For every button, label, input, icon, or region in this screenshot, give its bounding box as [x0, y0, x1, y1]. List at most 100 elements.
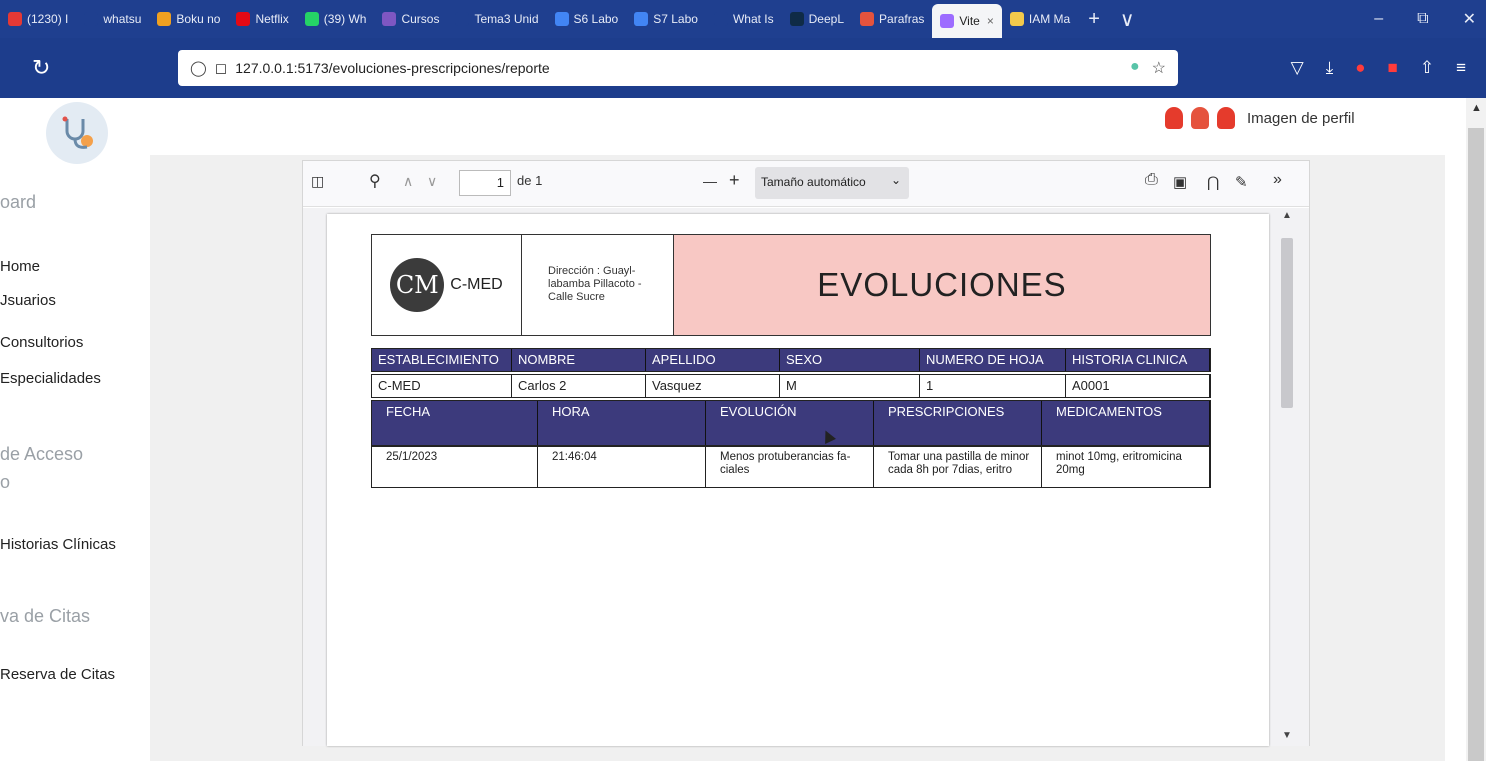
browser-tab-bar: (1230) I whatsu Boku no Netflix (39) Wh Curso… [0, 0, 1486, 38]
sidebar-item-home[interactable]: Home [0, 258, 40, 275]
table-cell: 1 [920, 375, 1066, 397]
tab-label: IAM Ma [1028, 12, 1071, 26]
close-window-button[interactable]: ✕ [1463, 9, 1476, 29]
tab-favicon-icon [304, 12, 319, 26]
browser-tab[interactable]: S7 Labo [626, 0, 706, 38]
tab-favicon-icon [157, 12, 172, 26]
browser-tab[interactable]: whatsu [76, 0, 149, 38]
scroll-down-icon[interactable]: ▼ [1282, 730, 1292, 741]
tab-label: Vite [959, 14, 980, 28]
scroll-up-icon[interactable]: ▲ [1282, 210, 1292, 221]
tab-favicon-icon [382, 12, 397, 26]
browser-tab[interactable]: IAM Ma [1002, 0, 1078, 38]
pdf-scrollbar-thumb[interactable] [1281, 238, 1293, 408]
sidebar-section-dashboard: oard [0, 192, 37, 212]
profile-image-label[interactable]: Imagen de perfil [1247, 110, 1355, 127]
pdf-viewer: ◫ ⚲ ∧ ∨ 1 de 1 — + Tamaño automático ⌄ ⎙… [302, 160, 1310, 746]
browser-tab[interactable]: Vite × [932, 4, 1002, 38]
table-cell: 25/1/2023 [372, 447, 538, 487]
tab-label: What Is [732, 12, 774, 26]
tab-label: Parafras [879, 12, 925, 26]
tab-favicon-icon [1009, 12, 1024, 26]
sidebar-item-usuarios[interactable]: Jsuarios [0, 292, 56, 309]
print-icon[interactable]: ⎙ [1145, 171, 1158, 189]
browser-tab[interactable]: Cursos [374, 0, 447, 38]
column-header: APELLIDO [646, 349, 780, 371]
browser-tab[interactable]: Netflix [228, 0, 296, 38]
url-text[interactable]: 127.0.0.1:5173/evoluciones-prescripcione… [235, 60, 549, 76]
zoom-select[interactable]: Tamaño automático ⌄ [755, 167, 909, 199]
star-icon[interactable]: ☆ [1152, 58, 1166, 78]
table-cell: Menos protuberancias fa- ciales [706, 447, 874, 487]
zoom-out-button[interactable]: — [703, 173, 717, 189]
extension-icon[interactable]: ● [1355, 58, 1365, 78]
table-cell: Vasquez [646, 375, 780, 397]
extension-icon[interactable]: ■ [1388, 58, 1398, 78]
page-total-label: de 1 [517, 173, 543, 188]
app-logo[interactable] [46, 102, 108, 164]
sidebar-item-especialidades[interactable]: Especialidades [0, 370, 101, 387]
save-icon[interactable]: ▣ [1173, 173, 1187, 191]
table-cell: minot 10mg, eritromicina 20mg [1042, 447, 1210, 487]
column-header: EVOLUCIÓN [706, 401, 874, 445]
browser-tab[interactable]: Tema3 Unid [447, 0, 546, 38]
new-tab-button[interactable]: + [1078, 8, 1110, 31]
tab-favicon-icon [789, 12, 804, 26]
extension-icon[interactable]: ● [1130, 58, 1140, 78]
page-scrollbar[interactable]: ▲ [1466, 98, 1486, 761]
scroll-up-icon[interactable]: ▲ [1471, 102, 1482, 114]
report-header: CM C-MED Dirección : Guayl- labamba Pill… [371, 234, 1211, 336]
pdf-scrollbar[interactable]: ▲ ▼ [1279, 208, 1295, 746]
stethoscope-icon [62, 116, 93, 149]
evolution-data-row: 25/1/2023 21:46:04 Menos protuberancias … [371, 446, 1211, 488]
notification-bell-icon[interactable] [1165, 107, 1183, 129]
tab-favicon-icon [940, 14, 955, 28]
column-header: HISTORIA CLINICA [1066, 349, 1210, 371]
reload-icon[interactable]: ↻ [32, 55, 62, 81]
notification-bell-icon[interactable] [1217, 107, 1235, 129]
browser-tab[interactable]: (1230) I [0, 0, 76, 38]
browser-tab[interactable]: S6 Labo [547, 0, 627, 38]
sidebar-item-reserva-de-citas[interactable]: Reserva de Citas [0, 666, 115, 683]
more-tools-button[interactable]: » [1273, 171, 1282, 189]
sidebar-item-historias-clinicas[interactable]: Historias Clínicas [0, 536, 116, 553]
table-cell: 21:46:04 [538, 447, 706, 487]
draw-icon[interactable]: ✎ [1235, 173, 1248, 191]
tab-favicon-icon [84, 12, 99, 26]
tab-list-button[interactable]: ∨ [1110, 7, 1145, 32]
column-header: PRESCRIPCIONES [874, 401, 1042, 445]
browser-tab[interactable]: Parafras [852, 0, 932, 38]
tab-label: Boku no [176, 12, 221, 26]
browser-tab[interactable]: (39) Wh [297, 0, 375, 38]
share-icon[interactable]: ⇧ [1420, 58, 1434, 78]
column-header: FECHA [372, 401, 538, 445]
patient-data-row: C-MED Carlos 2 Vasquez M 1 A0001 [371, 374, 1211, 398]
zoom-in-button[interactable]: + [729, 170, 740, 191]
sidebar-toggle-icon[interactable]: ◫ [311, 173, 324, 190]
chevron-down-icon: ⌄ [891, 173, 902, 187]
menu-icon[interactable]: ≡ [1456, 58, 1466, 78]
notification-bell-icon[interactable] [1191, 107, 1209, 129]
restore-button[interactable]: ⧉ [1417, 10, 1428, 28]
page-scrollbar-thumb[interactable] [1468, 128, 1484, 761]
browser-tab[interactable]: DeepL [782, 0, 852, 38]
shield-icon[interactable]: ◯ [190, 59, 207, 77]
download-icon[interactable]: ⤓ [1326, 58, 1334, 78]
next-page-icon[interactable]: ∨ [427, 173, 437, 190]
browser-tab[interactable]: What Is [706, 0, 782, 38]
browser-tab[interactable]: Boku no [149, 0, 228, 38]
text-tool-icon[interactable]: ⋂ [1207, 173, 1219, 191]
pdf-document-area: CM C-MED Dirección : Guayl- labamba Pill… [303, 208, 1309, 746]
browser-nav-bar: ↻ ◯ ◻ 127.0.0.1:5173/evoluciones-prescri… [0, 38, 1486, 98]
pocket-icon[interactable]: ▽ [1291, 58, 1304, 78]
window-controls: – ⧉ ✕ [1374, 0, 1476, 38]
minimize-button[interactable]: – [1374, 10, 1383, 28]
column-header: HORA [538, 401, 706, 445]
close-tab-icon[interactable]: × [987, 14, 994, 28]
page-number-input[interactable]: 1 [459, 170, 511, 196]
address-bar[interactable]: ◯ ◻ 127.0.0.1:5173/evoluciones-prescripc… [178, 50, 1178, 86]
sidebar-section-access: de Acceso [0, 444, 84, 464]
search-icon[interactable]: ⚲ [369, 171, 381, 191]
previous-page-icon[interactable]: ∧ [403, 173, 413, 190]
sidebar-item-consultorios[interactable]: Consultorios [0, 334, 83, 351]
